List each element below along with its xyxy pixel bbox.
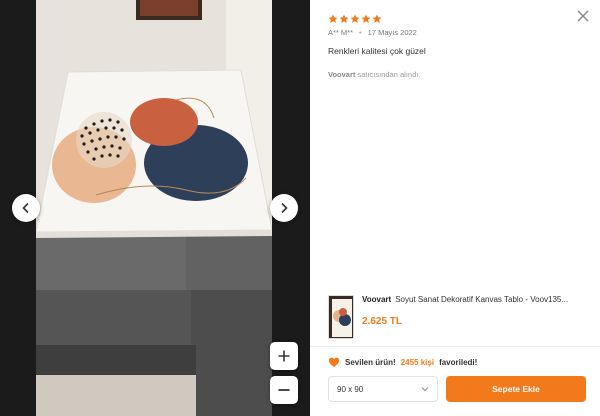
product-title-line[interactable]: Voovart Soyut Sanat Dekoratif Kanvas Tabl… [362,295,594,304]
rating-stars [328,14,586,24]
seller-name: Voovart [328,70,356,79]
add-to-cart-button[interactable]: Sepete Ekle [446,376,586,402]
review-image-modal: A** M** • 17 Mayıs 2022 Renkleri kalites… [0,0,600,416]
product-card[interactable]: Voovart Soyut Sanat Dekoratif Kanvas Tabl… [328,295,594,339]
star-icon [372,14,382,23]
review-photo [36,0,272,416]
product-brand: Voovart [362,295,392,304]
product-title: Soyut Sanat Dekoratif Kanvas Tablo - Voo… [395,295,569,304]
star-icon [350,14,360,23]
heart-icon [328,357,340,367]
close-icon[interactable] [576,9,590,23]
chevron-right-icon [281,202,288,214]
chevron-down-icon [421,387,429,392]
zoom-in-button[interactable] [270,342,298,370]
minus-icon [278,389,290,391]
review-meta: A** M** • 17 Mayıs 2022 [328,28,586,37]
product-price: 2.625 TL [362,316,403,327]
star-icon [339,14,349,23]
image-viewer [0,0,310,416]
seller-line: Voovart satıcısından alındı. [328,70,586,79]
zoom-out-button[interactable] [270,376,298,404]
review-date: 17 Mayıs 2022 [367,28,417,37]
review-text: Renkleri kalitesi çok güzel [328,46,426,56]
star-icon [328,14,338,23]
favorites-prefix: Sevilen ürün! [345,357,396,367]
star-icon [361,14,371,23]
review-panel: A** M** • 17 Mayıs 2022 Renkleri kalites… [310,0,600,416]
chevron-left-icon [22,202,29,214]
next-image-button[interactable] [270,194,298,222]
review-author: A** M** [328,28,354,37]
previous-image-button[interactable] [12,194,40,222]
favorites-info: Sevilen ürün! 2455 kişi favoriledi! [328,356,477,368]
divider [310,346,600,347]
favorites-suffix: favoriledi! [439,357,478,367]
size-select[interactable]: 90 x 90 [328,376,438,402]
seller-suffix: satıcısından alındı. [355,70,421,79]
product-info: Voovart Soyut Sanat Dekoratif Kanvas Tabl… [362,295,594,339]
product-thumbnail[interactable] [328,295,354,339]
size-value: 90 x 90 [337,384,364,394]
favorites-count: 2455 kişi [400,357,435,367]
meta-separator: • [359,28,362,37]
plus-icon [278,350,290,362]
